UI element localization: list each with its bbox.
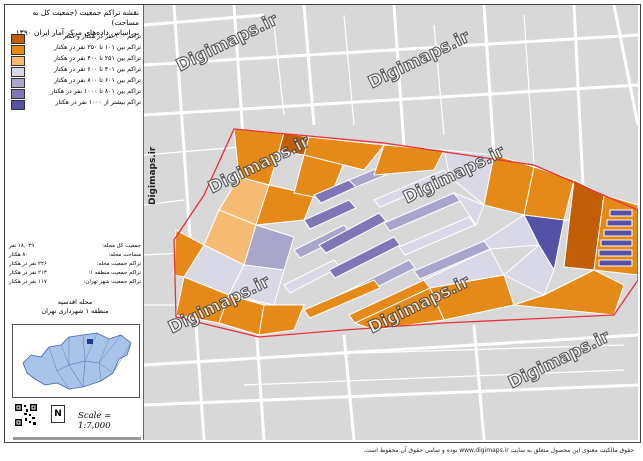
stat-row: تراکم جمعیت منطقه ۱: ۲۱۳ نفر در هکتار [9, 270, 141, 279]
legend-item: تراکم بین ۴۰۱ تا ۶۰۰ نفر در هکتار [9, 66, 143, 77]
inset-map-svg [22, 332, 132, 390]
district-label: منطقه ۱ شهرداری تهران [41, 307, 109, 315]
title-line-1: نقشه تراکم جمعیت (جمعیت کل به مساحت) [32, 8, 139, 27]
legend-label: تراکم بین ۴۰۱ تا ۶۰۰ نفر در هکتار [53, 66, 141, 73]
legend-label: تراکم بیشتر از ۱۰۰۰ نفر در هکتار [55, 99, 141, 106]
stat-value: ۱۸,۰۲۹ نفر [9, 243, 35, 249]
stat-value: ۱۱۷ نفر در هکتار [9, 279, 47, 285]
block [303, 199, 357, 230]
legend-swatch [11, 45, 25, 55]
stats-table: جمعیت کل محله: ۱۸,۰۲۹ نفر مساحت محله: ۸۰… [9, 243, 141, 288]
legend-swatch [11, 56, 25, 66]
stat-row: تراکم جمعیت محله: ۲۲۶ نفر در هکتار [9, 261, 141, 270]
stat-value: ۲۲۶ نفر در هکتار [9, 261, 47, 267]
legend-swatch [11, 67, 25, 77]
legend-item: تراکم بین ۲۵۱ تا ۴۰۰ نفر در هکتار [9, 55, 143, 66]
qr-code-icon [14, 403, 38, 427]
stat-row: مساحت محله: ۸۰ هکتار [9, 252, 141, 261]
legend-item: تراکم بین ۱۰۱ تا ۲۵۰ نفر در هکتار [9, 44, 143, 55]
block [603, 229, 633, 237]
block [598, 249, 633, 257]
legend-item: تراکم بین ۸۰۱ تا ۱۰۰۰ نفر در هکتار [9, 88, 143, 99]
legend-swatch [11, 34, 25, 44]
stat-row: تراکم جمعیت شهر تهران: ۱۱۷ نفر در هکتار [9, 279, 141, 288]
legend-item: تراکم ۱۰۰ نفر در هکتار و کمتر [9, 33, 143, 44]
stat-value: ۸۰ هکتار [9, 252, 29, 258]
block [258, 304, 305, 336]
block [283, 259, 341, 294]
north-arrow-icon: N [51, 405, 65, 423]
stat-label: جمعیت کل محله: [102, 243, 141, 249]
legend-panel: نقشه تراکم جمعیت (جمعیت کل به مساحت) بر … [5, 5, 144, 440]
map-canvas: Digimaps.ir Digimaps.ir Digimaps.ir Digi… [144, 5, 638, 440]
block [606, 219, 633, 227]
region-labels: محله اقدسیه منطقه ۱ شهرداری تهران [11, 298, 139, 316]
legend-swatch [11, 89, 25, 99]
legend: تراکم ۱۰۰ نفر در هکتار و کمتر تراکم بین … [9, 33, 143, 110]
legend-label: تراکم بین ۱۰۱ تا ۲۵۰ نفر در هکتار [53, 44, 141, 51]
stat-label: تراکم جمعیت منطقه ۱: [88, 270, 141, 276]
legend-item: تراکم بیشتر از ۱۰۰۰ نفر در هکتار [9, 99, 143, 110]
legend-item: تراکم بین ۶۰۱ تا ۸۰۰ نفر در هکتار [9, 77, 143, 88]
stat-value: ۲۱۳ نفر در هکتار [9, 270, 47, 276]
tehran-outline [22, 332, 132, 390]
legend-swatch [11, 78, 25, 88]
neighborhood-label: محله اقدسیه [57, 298, 93, 306]
neighborhood-marker [87, 339, 93, 344]
legend-label: تراکم بین ۸۰۱ تا ۱۰۰۰ نفر در هکتار [50, 88, 141, 95]
block [609, 209, 633, 217]
stat-label: تراکم جمعیت شهر تهران: [83, 279, 141, 285]
watermark: Digimaps.ir [148, 146, 158, 205]
scale-label: Scale = 1:7,000 [78, 411, 112, 431]
legend-label: تراکم بین ۶۰۱ تا ۸۰۰ نفر در هکتار [53, 77, 141, 84]
inset-map [12, 324, 140, 398]
legend-label: تراکم ۱۰۰ نفر در هکتار و کمتر [63, 33, 141, 40]
legend-label: تراکم بین ۲۵۱ تا ۴۰۰ نفر در هکتار [53, 55, 141, 62]
credit-bar [13, 437, 141, 440]
block [600, 239, 633, 247]
stat-label: تراکم جمعیت محله: [96, 261, 141, 267]
stat-row: جمعیت کل محله: ۱۸,۰۲۹ نفر [9, 243, 141, 252]
footer-copyright: حقوق مالکیت معنوی این محصول متعلق به سای… [363, 447, 634, 454]
legend-swatch [11, 100, 25, 110]
stat-label: مساحت محله: [108, 252, 141, 258]
block [598, 259, 633, 267]
block [373, 144, 445, 176]
